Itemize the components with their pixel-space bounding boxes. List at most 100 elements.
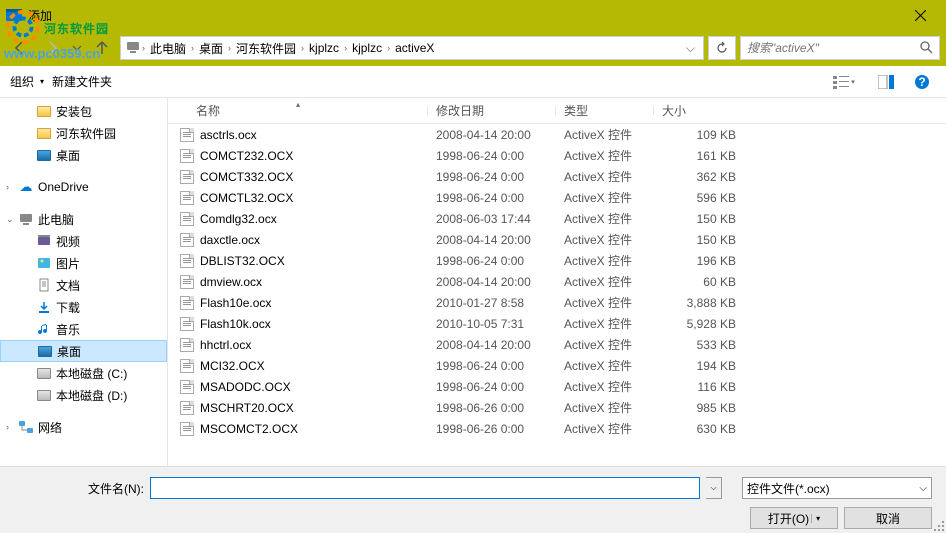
file-row[interactable]: COMCTL32.OCX1998-06-24 0:00ActiveX 控件596… xyxy=(168,187,946,208)
app-icon xyxy=(6,7,22,23)
sidebar-item[interactable]: 音乐 xyxy=(0,318,167,340)
file-row[interactable]: MSCHRT20.OCX1998-06-26 0:00ActiveX 控件985… xyxy=(168,397,946,418)
crumb-item[interactable]: kjplzc xyxy=(348,41,386,55)
footer: 文件名(N): ⌵ 控件文件(*.ocx) 打开(O)▾ 取消 xyxy=(0,466,946,533)
folder-icon xyxy=(36,103,52,119)
col-date[interactable]: 修改日期 xyxy=(428,102,556,119)
sidebar-onedrive[interactable]: ›☁OneDrive xyxy=(0,176,167,198)
crumb-item[interactable]: activeX xyxy=(391,41,438,55)
ocx-file-icon xyxy=(180,212,194,226)
ocx-file-icon xyxy=(180,254,194,268)
sidebar-item[interactable]: 桌面 xyxy=(0,340,167,362)
pc-icon xyxy=(125,39,141,58)
sidebar: 安装包河东软件园桌面 ›☁OneDrive ⌄此电脑 视频 图片 文档 下载 音… xyxy=(0,98,168,466)
ocx-file-icon xyxy=(180,128,194,142)
recent-dropdown[interactable] xyxy=(70,34,84,62)
sidebar-thispc[interactable]: ⌄此电脑 xyxy=(0,208,167,230)
forward-button[interactable] xyxy=(38,34,66,62)
folder-icon xyxy=(36,277,52,293)
ocx-file-icon xyxy=(180,191,194,205)
open-button[interactable]: 打开(O)▾ xyxy=(750,507,838,529)
crumb-item[interactable]: 河东软件园 xyxy=(232,40,300,57)
screen-icon xyxy=(36,147,52,163)
folder-icon xyxy=(36,233,52,249)
search-input[interactable] xyxy=(747,41,919,55)
ocx-file-icon xyxy=(180,422,194,436)
ocx-file-icon xyxy=(180,338,194,352)
breadcrumb[interactable]: › 此电脑› 桌面› 河东软件园› kjplzc› kjplzc› active… xyxy=(120,36,704,60)
sidebar-item[interactable]: 河东软件园 xyxy=(0,122,167,144)
title-bar: 添加 xyxy=(0,0,946,30)
file-row[interactable]: DBLIST32.OCX1998-06-24 0:00ActiveX 控件196… xyxy=(168,250,946,271)
file-list: asctrls.ocx2008-04-14 20:00ActiveX 控件109… xyxy=(168,124,946,464)
preview-pane-button[interactable] xyxy=(872,68,900,96)
help-button[interactable]: ? xyxy=(908,68,936,96)
svg-text:?: ? xyxy=(918,75,925,89)
sidebar-item[interactable]: 本地磁盘 (D:) xyxy=(0,384,167,406)
folder-icon xyxy=(36,255,52,271)
file-row[interactable]: dmview.ocx2008-04-14 20:00ActiveX 控件60 K… xyxy=(168,271,946,292)
file-row[interactable]: Comdlg32.ocx2008-06-03 17:44ActiveX 控件15… xyxy=(168,208,946,229)
toolbar: 组织 新建文件夹 ? xyxy=(0,66,946,98)
ocx-file-icon xyxy=(180,170,194,184)
file-row[interactable]: daxctle.ocx2008-04-14 20:00ActiveX 控件150… xyxy=(168,229,946,250)
pc-icon xyxy=(18,211,34,227)
filename-input[interactable] xyxy=(150,477,700,499)
folder-icon xyxy=(36,125,52,141)
column-headers: ▴名称 修改日期 类型 大小 xyxy=(168,98,946,124)
up-button[interactable] xyxy=(88,34,116,62)
col-type[interactable]: 类型 xyxy=(556,102,654,119)
col-name[interactable]: ▴名称 xyxy=(168,102,428,119)
window-title: 添加 xyxy=(28,7,900,24)
sidebar-network[interactable]: ›网络 xyxy=(0,416,167,438)
filename-history-dropdown[interactable]: ⌵ xyxy=(706,477,722,499)
new-folder-button[interactable]: 新建文件夹 xyxy=(52,73,112,90)
crumb-history-dropdown[interactable]: ⌵ xyxy=(682,41,699,56)
sidebar-item[interactable]: 本地磁盘 (C:) xyxy=(0,362,167,384)
file-row[interactable]: MCI32.OCX1998-06-24 0:00ActiveX 控件194 KB xyxy=(168,355,946,376)
drive-icon xyxy=(36,387,52,403)
drive-icon xyxy=(36,365,52,381)
file-type-filter[interactable]: 控件文件(*.ocx) xyxy=(742,477,932,499)
file-pane: ▴名称 修改日期 类型 大小 asctrls.ocx2008-04-14 20:… xyxy=(168,98,946,466)
ocx-file-icon xyxy=(180,359,194,373)
refresh-button[interactable] xyxy=(708,36,736,60)
sidebar-item[interactable]: 图片 xyxy=(0,252,167,274)
sidebar-item[interactable]: 视频 xyxy=(0,230,167,252)
file-row[interactable]: MSADODC.OCX1998-06-24 0:00ActiveX 控件116 … xyxy=(168,376,946,397)
sidebar-item[interactable]: 文档 xyxy=(0,274,167,296)
ocx-file-icon xyxy=(180,296,194,310)
file-row[interactable]: hhctrl.ocx2008-04-14 20:00ActiveX 控件533 … xyxy=(168,334,946,355)
sidebar-item[interactable]: 安装包 xyxy=(0,100,167,122)
crumb-item[interactable]: kjplzc xyxy=(305,41,343,55)
file-row[interactable]: COMCT232.OCX1998-06-24 0:00ActiveX 控件161… xyxy=(168,145,946,166)
search-icon[interactable] xyxy=(919,40,933,57)
back-button[interactable] xyxy=(6,34,34,62)
cloud-icon: ☁ xyxy=(18,179,34,195)
search-box[interactable] xyxy=(740,36,940,60)
sidebar-item[interactable]: 桌面 xyxy=(0,144,167,166)
folder-icon xyxy=(36,299,52,315)
organize-menu[interactable]: 组织 xyxy=(10,73,44,90)
close-button[interactable] xyxy=(900,0,940,30)
ocx-file-icon xyxy=(180,380,194,394)
nav-bar: › 此电脑› 桌面› 河东软件园› kjplzc› kjplzc› active… xyxy=(0,30,946,66)
crumb-item[interactable]: 此电脑 xyxy=(146,40,190,57)
file-row[interactable]: Flash10k.ocx2010-10-05 7:31ActiveX 控件5,9… xyxy=(168,313,946,334)
cancel-button[interactable]: 取消 xyxy=(844,507,932,529)
file-row[interactable]: Flash10e.ocx2010-01-27 8:58ActiveX 控件3,8… xyxy=(168,292,946,313)
file-row[interactable]: asctrls.ocx2008-04-14 20:00ActiveX 控件109… xyxy=(168,124,946,145)
resize-grip[interactable] xyxy=(932,519,946,533)
folder-icon xyxy=(36,321,52,337)
file-row[interactable]: MSCOMCT2.OCX1998-06-26 0:00ActiveX 控件630… xyxy=(168,418,946,439)
ocx-file-icon xyxy=(180,149,194,163)
col-size[interactable]: 大小 xyxy=(654,102,754,119)
sidebar-item[interactable]: 下载 xyxy=(0,296,167,318)
view-options-button[interactable] xyxy=(824,68,864,96)
network-icon xyxy=(18,419,34,435)
ocx-file-icon xyxy=(180,317,194,331)
crumb-item[interactable]: 桌面 xyxy=(195,40,227,57)
file-row[interactable]: COMCT332.OCX1998-06-24 0:00ActiveX 控件362… xyxy=(168,166,946,187)
ocx-file-icon xyxy=(180,275,194,289)
screen-icon xyxy=(37,343,53,359)
